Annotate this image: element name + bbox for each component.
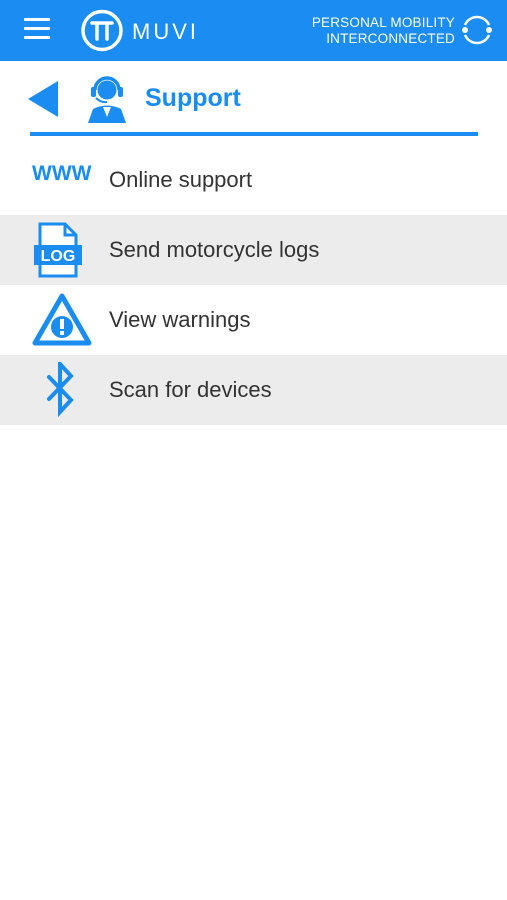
- bluetooth-icon: [47, 362, 74, 418]
- www-icon-text: WWW: [32, 162, 92, 185]
- app-bar: MUVI PERSONAL MOBILITY INTERCONNECTED: [0, 0, 507, 61]
- menu-item-label: View warnings: [109, 307, 251, 332]
- page-title: Support: [145, 84, 241, 112]
- log-icon-text: LOG: [41, 248, 76, 265]
- sync-icon[interactable]: [459, 12, 495, 48]
- hamburger-menu-icon[interactable]: [22, 16, 52, 42]
- support-menu: WWW Online support LOG Send motorcycle l…: [0, 145, 507, 425]
- support-agent-icon: [88, 76, 126, 123]
- www-icon: WWW: [32, 162, 92, 185]
- menu-item-label: Scan for devices: [109, 377, 272, 402]
- back-arrow-icon[interactable]: [28, 81, 60, 117]
- log-file-icon: LOG: [34, 222, 82, 278]
- tagline: PERSONAL MOBILITY INTERCONNECTED: [312, 15, 455, 47]
- menu-item-view-warnings[interactable]: View warnings: [0, 285, 507, 355]
- muvi-logo: MUVI: [81, 9, 199, 52]
- menu-item-send-logs[interactable]: LOG Send motorcycle logs: [0, 215, 507, 285]
- menu-item-scan-devices[interactable]: Scan for devices: [0, 355, 507, 425]
- menu-item-online-support[interactable]: WWW Online support: [0, 145, 507, 215]
- menu-item-label: Send motorcycle logs: [109, 237, 320, 262]
- menu-item-label: Online support: [109, 167, 253, 192]
- warning-icon: [32, 293, 92, 346]
- tagline-line-1: PERSONAL MOBILITY: [311, 15, 455, 30]
- page-header: Support: [0, 61, 507, 137]
- brand-wordmark: MUVI: [132, 19, 199, 44]
- header-divider: [30, 132, 478, 136]
- tagline-line-2: INTERCONNECTED: [326, 31, 455, 46]
